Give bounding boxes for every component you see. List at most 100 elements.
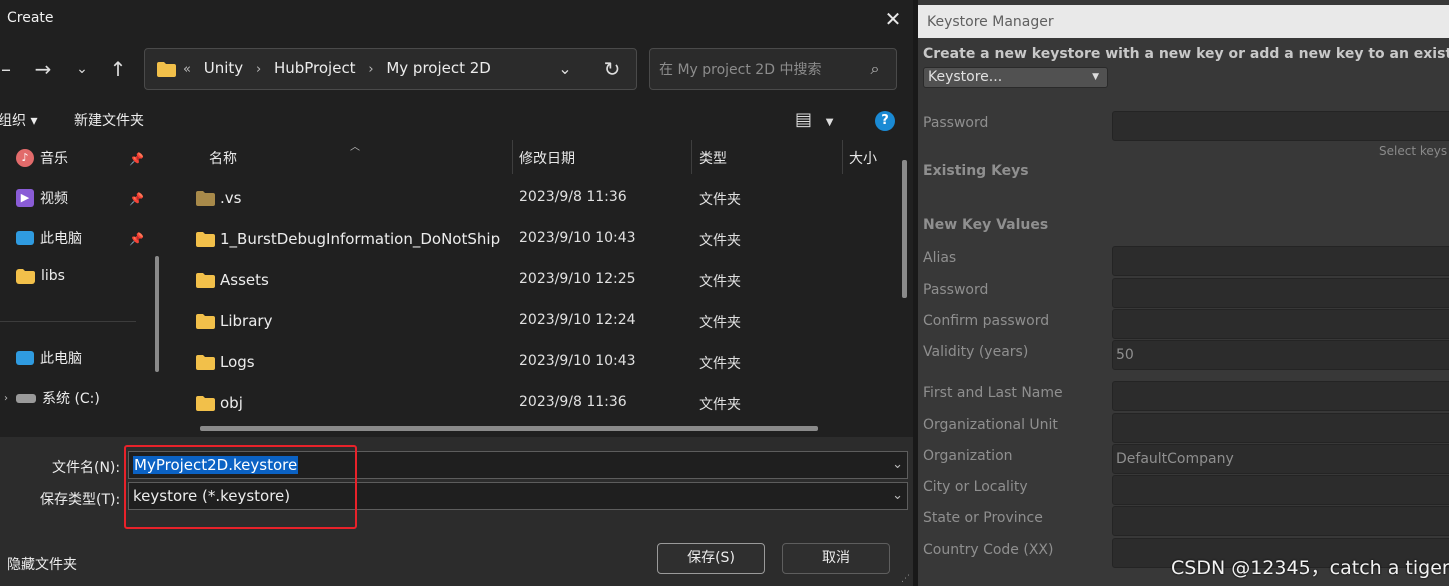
save-button[interactable]: 保存(S) [657, 543, 765, 574]
nav-item-video[interactable]: ▶ 视频 📌 [16, 188, 148, 214]
pin-icon: 📌 [129, 192, 144, 206]
file-row[interactable]: Logs 2023/9/10 10:43 文件夹 [172, 343, 897, 384]
state-field[interactable] [1112, 506, 1449, 536]
file-row[interactable]: Library 2023/9/10 12:24 文件夹 [172, 302, 897, 343]
help-icon[interactable]: ? [875, 111, 895, 131]
nav-scrollbar[interactable] [155, 256, 159, 372]
breadcrumb-my-project-2d[interactable]: My project 2D [386, 59, 491, 77]
breadcrumb-hubproject[interactable]: HubProject [274, 59, 356, 77]
file-name: Assets [220, 271, 269, 289]
organization-value: DefaultCompany [1116, 451, 1234, 467]
close-icon[interactable]: ✕ [879, 6, 907, 32]
folder-icon [16, 268, 35, 284]
nav-item-this-pc[interactable]: 此电脑 📌 [16, 228, 148, 254]
nav-item-label: 视频 [40, 191, 68, 207]
file-date: 2023/9/8 11:36 [519, 394, 627, 410]
vertical-scrollbar[interactable] [902, 160, 907, 298]
organization-field[interactable]: DefaultCompany [1112, 444, 1449, 474]
view-options-button[interactable]: ▤ ▼ [795, 108, 841, 134]
key-password-label: Password [923, 282, 989, 298]
organize-menu[interactable]: 组织 ▾ [0, 110, 37, 130]
file-name: Library [220, 312, 273, 330]
file-name: obj [220, 394, 243, 412]
list-view-icon: ▤ [795, 109, 813, 130]
city-field[interactable] [1112, 475, 1449, 505]
up-icon[interactable]: ↑ [106, 54, 130, 84]
file-name: 1_BurstDebugInformation_DoNotShip [220, 230, 501, 248]
nav-item-system-drive[interactable]: › 系统 (C:) [4, 388, 144, 414]
file-row[interactable]: obj 2023/9/8 11:36 文件夹 [172, 384, 897, 425]
alias-label: Alias [923, 250, 957, 266]
forward-icon[interactable]: → [31, 54, 55, 84]
nav-item-label: libs [41, 268, 65, 284]
computer-icon [16, 231, 34, 245]
back-icon[interactable]: – [0, 54, 18, 84]
folder-icon [196, 396, 215, 411]
nav-item-this-pc[interactable]: 此电脑 [16, 348, 148, 374]
resize-grip-icon[interactable]: ⋰ [901, 574, 910, 584]
chevron-down-icon[interactable]: ⌄ [892, 457, 903, 472]
select-keys-hint: Select keys [1379, 144, 1448, 158]
breadcrumb-unity[interactable]: Unity [204, 59, 243, 77]
column-header-size[interactable]: 大小 [849, 148, 877, 168]
dropdown-arrow-icon: ▼ [1092, 72, 1099, 82]
breadcrumb-overflow[interactable]: « [183, 62, 191, 77]
file-row[interactable]: Assets 2023/9/10 12:25 文件夹 [172, 261, 897, 302]
file-name: .vs [220, 189, 242, 207]
folder-icon [196, 273, 215, 288]
keystore-dropdown[interactable]: Keystore... ▼ [923, 67, 1108, 88]
folder-icon [196, 232, 215, 247]
breadcrumb-separator-icon[interactable]: › [256, 62, 261, 77]
column-header-date[interactable]: 修改日期 [519, 148, 575, 168]
hide-folders-toggle[interactable]: 隐藏文件夹 [7, 554, 77, 574]
column-divider[interactable] [842, 140, 843, 174]
dialog-title: Create [7, 10, 54, 26]
chevron-down-icon[interactable]: ⌄ [555, 57, 575, 81]
breadcrumb: « Unity › HubProject › My project 2D [183, 59, 499, 77]
file-date: 2023/9/10 12:24 [519, 312, 636, 328]
alias-field[interactable] [1112, 246, 1449, 276]
video-icon: ▶ [16, 189, 34, 207]
chevron-right-icon[interactable]: › [4, 393, 8, 404]
city-label: City or Locality [923, 479, 1028, 495]
horizontal-scrollbar[interactable] [200, 426, 818, 431]
keystore-title: Keystore Manager [927, 14, 1054, 30]
nav-item-libs[interactable]: libs [16, 268, 148, 294]
confirm-password-label: Confirm password [923, 313, 1050, 329]
folder-icon [157, 62, 176, 77]
new-folder-button[interactable]: 新建文件夹 [74, 110, 144, 130]
cancel-button[interactable]: 取消 [782, 543, 890, 574]
address-bar[interactable]: « Unity › HubProject › My project 2D ⌄ ↻ [144, 48, 637, 90]
column-header-type[interactable]: 类型 [699, 148, 727, 168]
breadcrumb-separator-icon[interactable]: › [368, 62, 373, 77]
pin-icon: 📌 [129, 232, 144, 246]
chevron-down-icon[interactable]: ⌄ [892, 488, 903, 503]
first-last-name-field[interactable] [1112, 381, 1449, 411]
confirm-password-field[interactable] [1112, 309, 1449, 339]
nav-item-label: 系统 (C:) [42, 391, 100, 407]
save-file-dialog: Create ✕ – → ⌄ ↑ « Unity › HubProject › … [0, 0, 913, 586]
keystore-password-label: Password [923, 115, 989, 131]
file-row[interactable]: 1_BurstDebugInformation_DoNotShip 2023/9… [172, 220, 897, 261]
organizational-unit-field[interactable] [1112, 413, 1449, 443]
column-divider[interactable] [691, 140, 692, 174]
search-input[interactable] [659, 59, 859, 81]
file-date: 2023/9/10 10:43 [519, 230, 636, 246]
validity-label: Validity (years) [923, 344, 1029, 360]
search-icon[interactable]: ⌕ [864, 57, 886, 81]
sort-ascending-icon: ︿ [350, 142, 360, 153]
column-header-name[interactable]: 名称 [209, 148, 237, 168]
recent-locations-chevron-icon[interactable]: ⌄ [70, 54, 94, 84]
file-type: 文件夹 [699, 315, 741, 331]
file-date: 2023/9/8 11:36 [519, 189, 627, 205]
key-password-field[interactable] [1112, 278, 1449, 308]
column-divider[interactable] [512, 140, 513, 174]
validity-field[interactable]: 50 [1112, 340, 1449, 370]
organizational-unit-label: Organizational Unit [923, 417, 1058, 433]
refresh-icon[interactable]: ↻ [600, 56, 624, 82]
nav-item-music[interactable]: ♪ 音乐 📌 [16, 148, 148, 174]
search-box: ⌕ [649, 48, 897, 90]
dialog-titlebar: Create ✕ [0, 0, 913, 38]
keystore-password-field[interactable] [1112, 111, 1449, 141]
file-row[interactable]: .vs 2023/9/8 11:36 文件夹 [172, 179, 897, 220]
